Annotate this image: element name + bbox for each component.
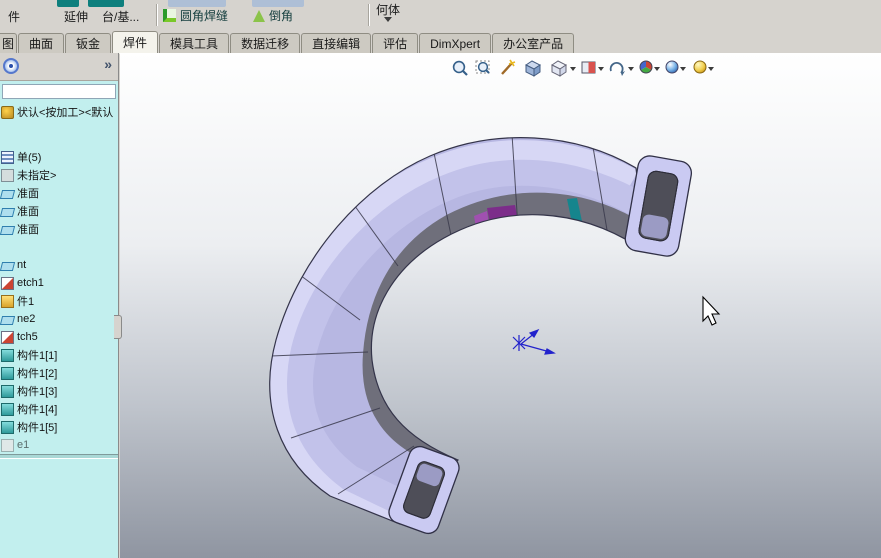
tree-item[interactable]: 构件1[4] — [0, 400, 118, 418]
tree-item-label: etch1 — [17, 277, 44, 289]
tree-item-icon — [0, 315, 16, 325]
tree-item-icon — [0, 207, 16, 217]
tree-item-label: nt — [17, 259, 27, 271]
cropped-toolbar-button[interactable] — [88, 0, 124, 7]
tree-item-label: 件1 — [17, 296, 35, 308]
tree-item[interactable]: 单(5) — [0, 148, 118, 166]
tree-item-label: 构件1[1] — [17, 350, 58, 362]
fillet-bead-button[interactable]: 圆角焊缝 — [163, 7, 228, 24]
tree-item-icon — [1, 348, 14, 362]
graphics-area[interactable] — [120, 53, 881, 558]
tree-item-icon — [1, 168, 14, 182]
commandmanager-tab[interactable]: 钣金 — [65, 33, 112, 53]
tree-item-icon — [1, 294, 14, 308]
featuremanager-panel: » 状认<按加工><默认 单(5) 未指定> 准面 准面 准面 nt etch1… — [0, 53, 119, 558]
config-selector[interactable] — [2, 84, 116, 99]
tree-item[interactable]: 准面 — [0, 184, 118, 202]
tree-item-label: 构件1[5] — [17, 422, 58, 434]
tree-item-icon — [1, 150, 14, 164]
chamfer-icon — [253, 9, 265, 22]
panel-splitter[interactable] — [114, 315, 122, 339]
tree-item[interactable]: 构件1[3] — [0, 382, 118, 400]
tree-item[interactable]: nt — [0, 256, 118, 274]
commandmanager-tab[interactable]: 办公室产品 — [492, 33, 575, 53]
tree-item-icon — [1, 105, 14, 119]
tree-item-label: 准面 — [17, 206, 39, 218]
fillet-bead-icon — [163, 9, 176, 22]
tree-item-label: tch5 — [17, 331, 38, 343]
commandmanager-tab[interactable]: 曲面 — [18, 33, 65, 53]
commandmanager-tab[interactable]: DimXpert — [419, 33, 492, 53]
commandmanager-tab[interactable]: 评估 — [372, 33, 419, 53]
toolbar-separator — [368, 4, 370, 26]
commandmanager-tab[interactable]: 焊件 — [112, 31, 159, 54]
tree-item-label: 未指定> — [17, 170, 57, 182]
cropped-toolbar-button[interactable] — [168, 0, 226, 7]
tree-item-footer[interactable]: e1 — [0, 436, 118, 454]
tree-item[interactable]: 状认<按加工><默认 — [0, 103, 118, 121]
tree-item[interactable]: etch1 — [0, 274, 118, 292]
commandmanager-tab[interactable]: 模具工具 — [159, 33, 230, 53]
toolbar-button-jian[interactable]: 件 — [8, 8, 20, 25]
tree-item[interactable]: 准面 — [0, 220, 118, 238]
mouse-cursor — [702, 295, 721, 326]
tree-item-label: e1 — [17, 439, 30, 451]
tree-item-icon — [1, 384, 14, 398]
toolbar-button-geometry[interactable]: 何体 — [376, 1, 400, 18]
tree-item-icon — [0, 225, 16, 235]
tree-pane-divider[interactable] — [0, 454, 118, 459]
chamfer-button[interactable]: 倒角 — [253, 7, 293, 24]
toolbar-button-extend[interactable]: 延伸 — [64, 8, 88, 25]
toolbar-separator — [156, 4, 158, 26]
tree-item-label: 构件1[2] — [17, 368, 58, 380]
tree-item[interactable]: 准面 — [0, 202, 118, 220]
tree-item-label: 单(5) — [17, 152, 42, 164]
featuremanager-header: » — [0, 53, 118, 81]
tree-item[interactable]: 构件1[2] — [0, 364, 118, 382]
featuremanager-tab-icon[interactable] — [3, 58, 19, 74]
commandmanager-tab[interactable]: 直接编辑 — [301, 33, 372, 53]
tree-item-label: 构件1[4] — [17, 404, 58, 416]
toolbar-button-boss-base[interactable]: 台/基... — [102, 8, 139, 25]
top-toolbar: 件 延伸 台/基... 圆角焊缝 倒角 何体 — [0, 0, 881, 30]
tree-item-label: 准面 — [17, 224, 39, 236]
chamfer-label: 倒角 — [269, 9, 294, 23]
tree-item[interactable]: ne2 — [0, 310, 118, 328]
chevron-down-icon[interactable] — [384, 17, 392, 22]
tree-item-icon — [1, 330, 14, 344]
commandmanager-tab[interactable]: 数据迁移 — [230, 33, 301, 53]
tree-item-icon — [0, 261, 16, 271]
tree-item[interactable]: 构件1[5] — [0, 418, 118, 436]
tree-item-label: ne2 — [17, 313, 36, 325]
tree-item[interactable]: 构件1[1] — [0, 346, 118, 364]
model-3d[interactable] — [120, 53, 881, 558]
tree-item-label: 构件1[3] — [17, 386, 58, 398]
fillet-bead-label: 圆角焊缝 — [180, 9, 229, 23]
tree-item-icon — [1, 366, 14, 380]
tree-item-label: 准面 — [17, 188, 39, 200]
tree-item-icon — [1, 420, 14, 434]
expand-chevron-icon[interactable]: » — [104, 56, 112, 72]
commandmanager-tabs: 图 曲面 钣金 焊件 模具工具 数据迁移 直接编辑 评估 DimXpert 办公… — [0, 30, 881, 54]
commandmanager-tab[interactable]: 图 — [0, 33, 17, 53]
tree-item-label: 状认<按加工><默认 — [17, 107, 114, 119]
feature-tree: 状认<按加工><默认 单(5) 未指定> 准面 准面 准面 nt etch1 件… — [0, 100, 118, 454]
cropped-toolbar-button[interactable] — [57, 0, 79, 7]
tree-item-icon — [0, 189, 16, 199]
origin-triad — [512, 328, 556, 355]
tree-item[interactable]: 未指定> — [0, 166, 118, 184]
tube-inner-face — [362, 192, 646, 469]
tree-item[interactable]: tch5 — [0, 328, 118, 346]
tree-item-icon — [1, 276, 14, 290]
tree-item-icon — [1, 402, 14, 416]
cropped-toolbar-button[interactable] — [252, 0, 304, 7]
tree-item-icon — [1, 438, 14, 452]
tree-item[interactable]: 件1 — [0, 292, 118, 310]
